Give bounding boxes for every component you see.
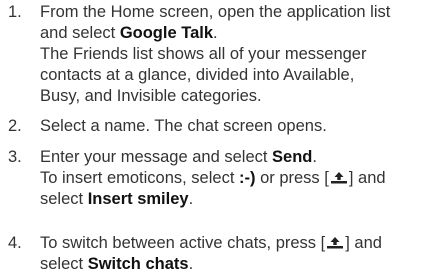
menu-key-icon xyxy=(330,171,348,184)
step-2-line-1: Select a name. The chat screen opens. xyxy=(40,117,327,135)
step-1-note-line-1: The Friends list shows all of your messe… xyxy=(40,45,367,63)
step-1-note-line-3: Busy, and Invisible categories. xyxy=(40,87,262,105)
step-2-number: 2. xyxy=(8,117,22,135)
step-1-line-1-text: From the Home screen, open the applicati… xyxy=(40,3,391,21)
step-3-line-1-suffix: . xyxy=(312,148,317,166)
step-3-text: Enter your message and select Send. To i… xyxy=(40,147,435,210)
step-4-line-2-text: select xyxy=(40,255,88,273)
step-1-note-line-2: contacts at a glance, divided into Avail… xyxy=(40,66,355,84)
step-1-line-2-text: and select xyxy=(40,24,120,42)
step-1-line-1: From the Home screen, open the applicati… xyxy=(40,2,435,23)
step-3-line-2-middle: or press [ xyxy=(255,169,329,187)
step-2-text: Select a name. The chat screen opens. xyxy=(40,116,435,137)
step-4-line-1-suffix: ] and xyxy=(345,234,382,252)
step-4-line-1: To switch between active chats, press []… xyxy=(40,233,435,254)
step-3-line-1: Enter your message and select Send. xyxy=(40,147,435,168)
menu-key-icon xyxy=(326,236,344,249)
switch-chats-label: Switch chats xyxy=(87,255,189,273)
step-1-number: 1. xyxy=(8,3,22,21)
smiley-label: :-) xyxy=(239,169,256,187)
step-4-line-2-suffix: . xyxy=(188,255,194,273)
instruction-steps: 1. From the Home screen, open the applic… xyxy=(0,0,439,279)
google-talk-label: Google Talk xyxy=(119,24,214,42)
step-3-line-3: select Insert smiley. xyxy=(40,189,435,210)
send-label: Send xyxy=(272,148,313,166)
step-3-line-2: To insert emoticons, select :-) or press… xyxy=(40,168,435,189)
step-1-line-2: and select Google Talk. xyxy=(40,23,435,44)
step-4-line-1-text: To switch between active chats, press [ xyxy=(40,234,326,252)
step-3-line-1-text: Enter your message and select xyxy=(40,148,273,166)
step-4-number: 4. xyxy=(8,234,22,252)
insert-smiley-label: Insert smiley xyxy=(87,190,189,208)
step-3-number: 3. xyxy=(8,148,22,166)
step-4-line-2: select Switch chats. xyxy=(40,254,435,275)
step-1-text: From the Home screen, open the applicati… xyxy=(40,2,435,107)
step-1-line-2-suffix: . xyxy=(213,24,218,42)
step-3-line-3-text: select xyxy=(40,190,88,208)
step-3-line-2-text: To insert emoticons, select xyxy=(40,169,239,187)
step-3-line-2-suffix: ] and xyxy=(348,169,386,187)
step-4-text: To switch between active chats, press []… xyxy=(40,233,435,275)
step-3-line-3-suffix: . xyxy=(188,190,194,208)
